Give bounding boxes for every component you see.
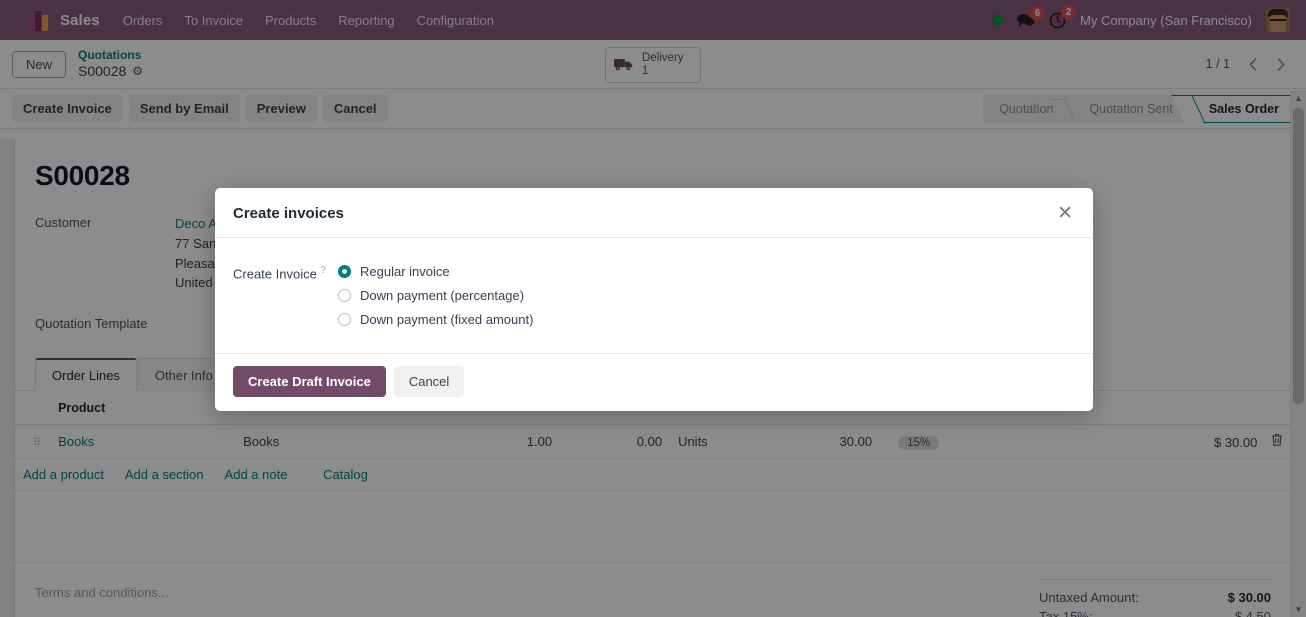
- create-draft-invoice-button[interactable]: Create Draft Invoice: [233, 366, 386, 397]
- radio-down-payment-percentage-label: Down payment (percentage): [360, 288, 525, 303]
- dialog-header: Create invoices ✕: [215, 188, 1093, 238]
- radio-option-down-payment-fixed[interactable]: Down payment (fixed amount): [338, 312, 533, 327]
- radio-down-payment-percentage-input[interactable]: [338, 289, 351, 302]
- app-shell: Sales Orders To Invoice Products Reporti…: [0, 0, 1306, 617]
- create-invoice-field-label: Create Invoice ?: [233, 264, 338, 281]
- dialog-cancel-button[interactable]: Cancel: [393, 366, 465, 397]
- radio-option-regular-invoice[interactable]: Regular invoice: [338, 264, 533, 279]
- dialog-footer: Create Draft Invoice Cancel: [215, 353, 1093, 411]
- dialog-title: Create invoices: [233, 205, 344, 222]
- radio-down-payment-fixed-input[interactable]: [338, 313, 351, 326]
- dialog-body: Create Invoice ? Regular invoice Down pa…: [215, 238, 1093, 353]
- help-icon[interactable]: ?: [320, 265, 326, 276]
- close-icon[interactable]: ✕: [1055, 204, 1075, 223]
- create-invoice-radio-field: Create Invoice ? Regular invoice Down pa…: [233, 264, 1075, 327]
- radio-regular-invoice-input[interactable]: [338, 265, 351, 278]
- radio-down-payment-fixed-label: Down payment (fixed amount): [360, 312, 534, 327]
- create-invoices-dialog: Create invoices ✕ Create Invoice ? Regul…: [215, 188, 1093, 411]
- create-invoice-label-text: Create Invoice: [233, 266, 317, 282]
- radio-regular-invoice-label: Regular invoice: [360, 264, 450, 279]
- create-invoice-radio-list: Regular invoice Down payment (percentage…: [338, 264, 533, 327]
- radio-option-down-payment-percentage[interactable]: Down payment (percentage): [338, 288, 533, 303]
